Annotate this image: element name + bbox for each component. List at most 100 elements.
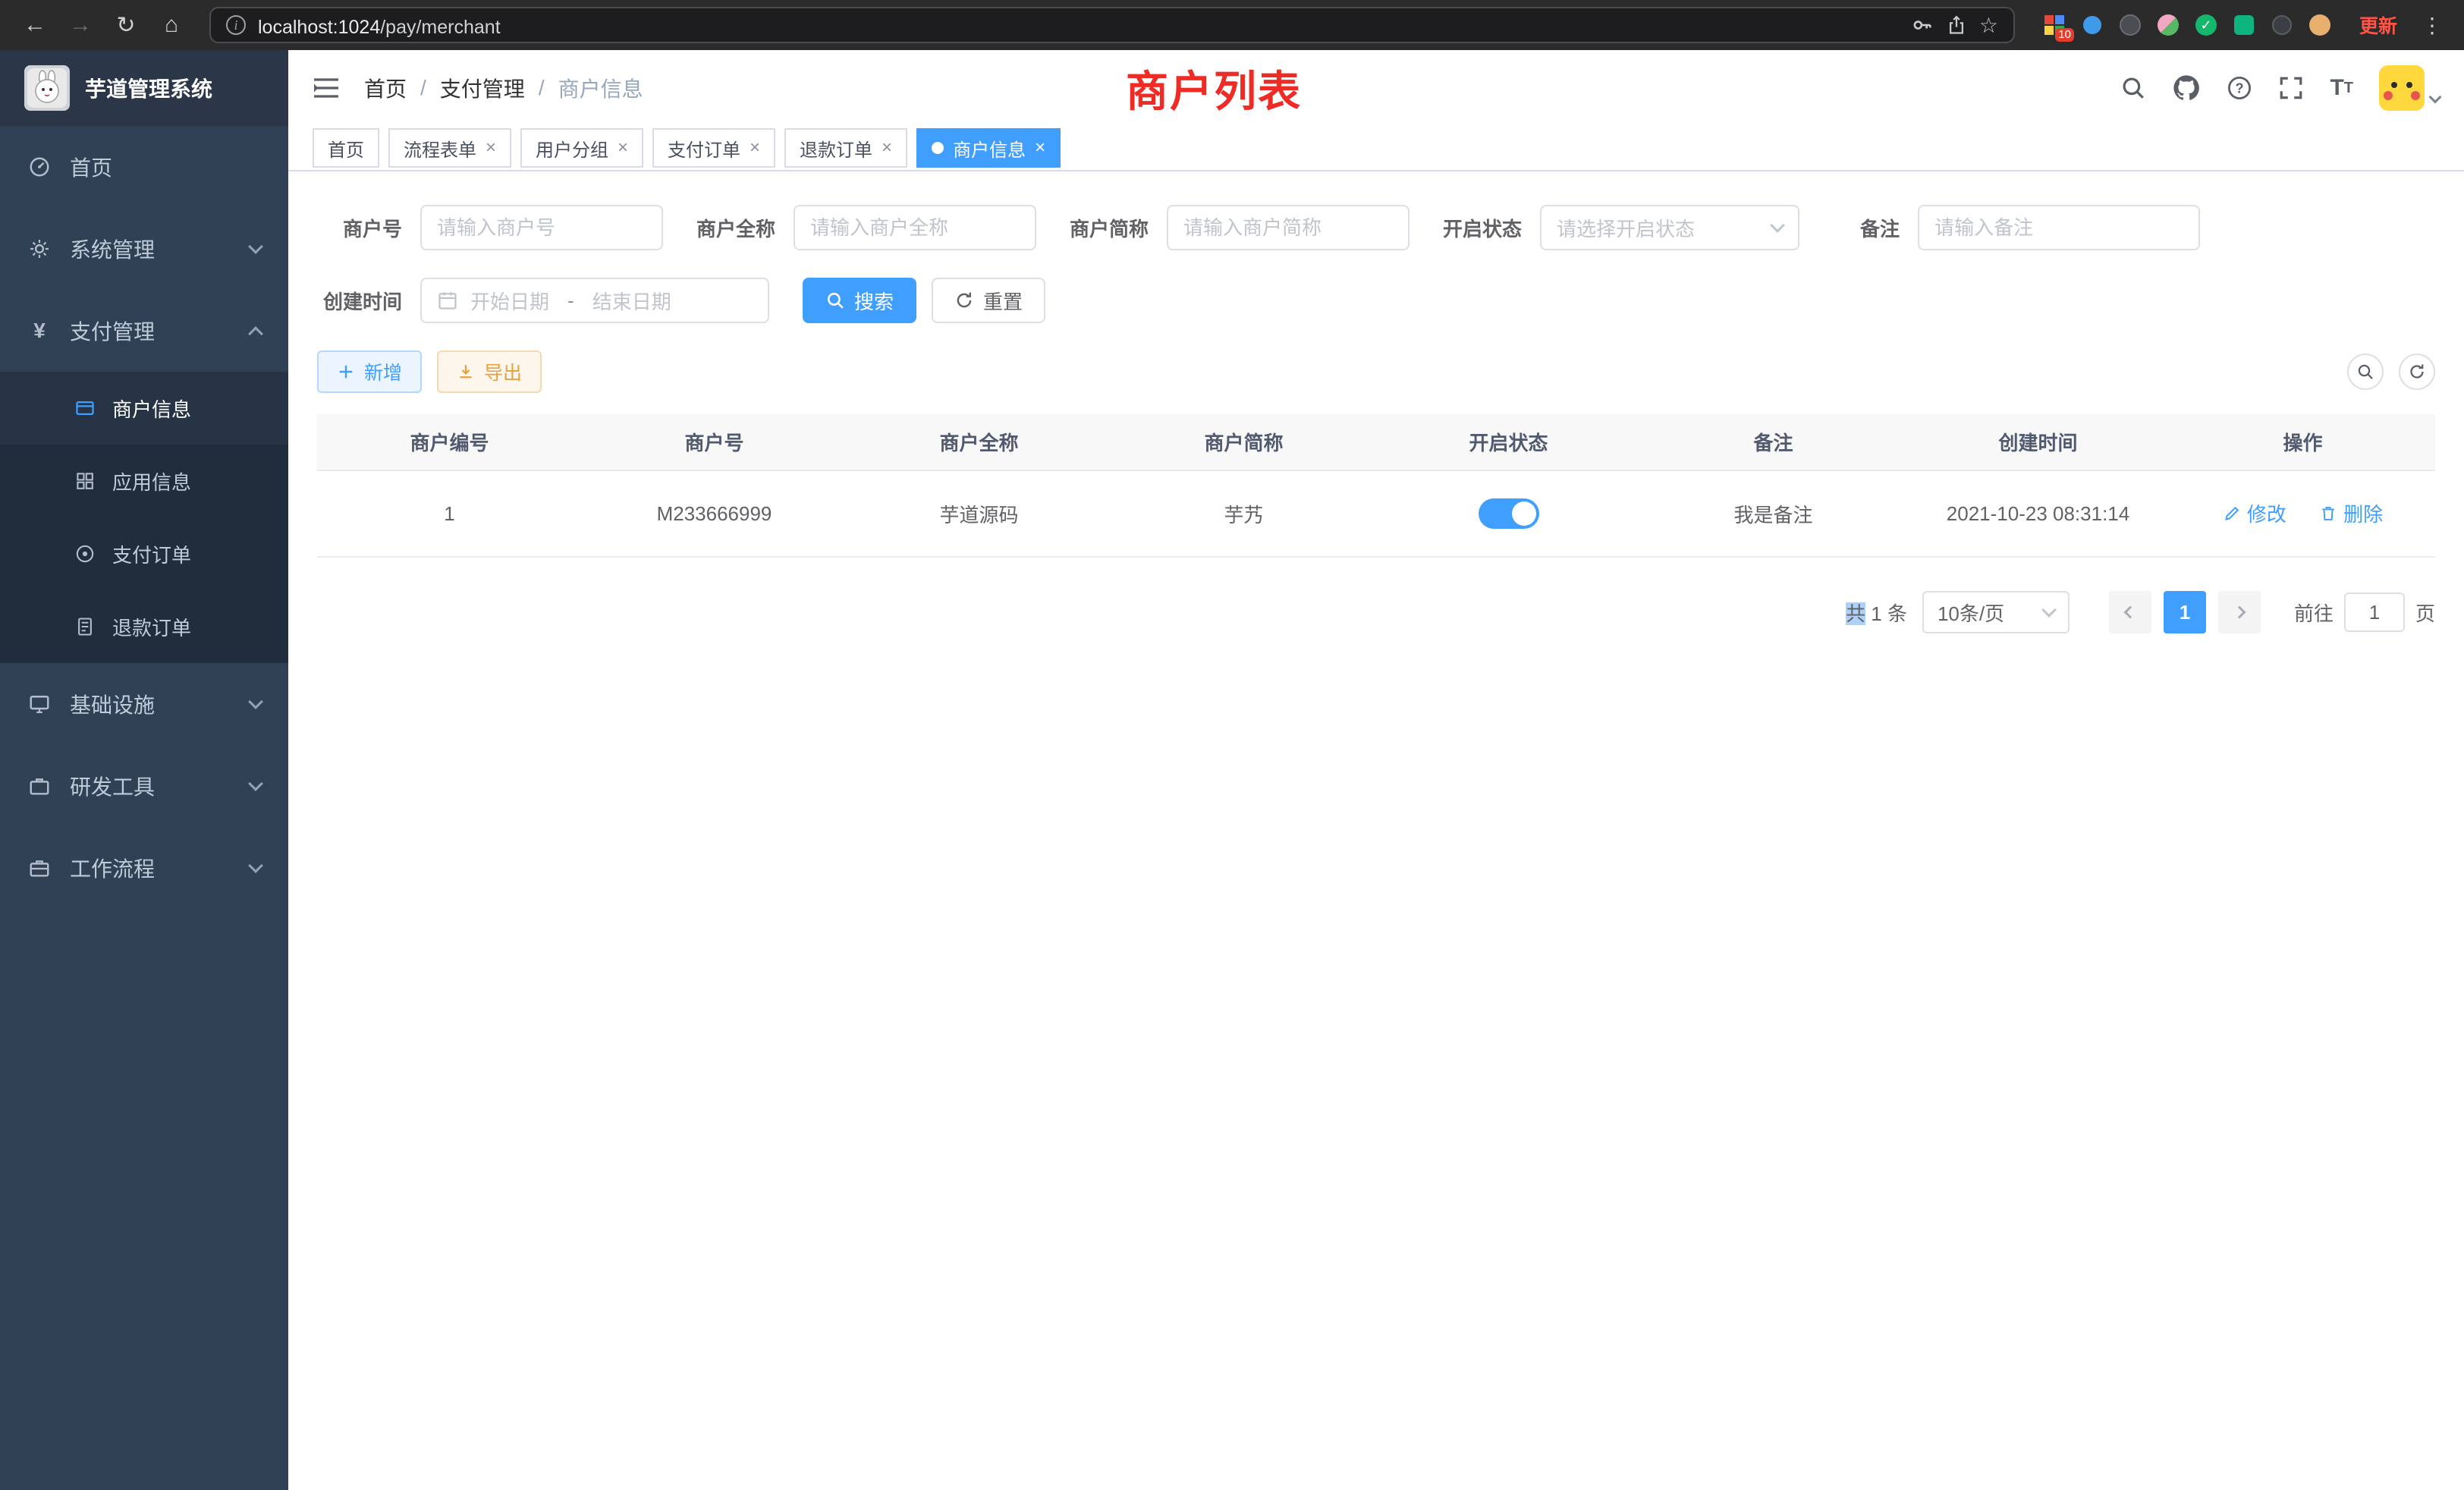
help-icon[interactable]: ?: [2227, 75, 2252, 101]
close-icon[interactable]: ×: [618, 139, 628, 157]
toggle-search-icon[interactable]: [2347, 354, 2384, 390]
browser-reload-button[interactable]: ↻: [106, 5, 146, 45]
search-button[interactable]: 搜索: [803, 278, 916, 323]
tab-pay-order[interactable]: 支付订单 ×: [652, 128, 775, 168]
sidebar-item-workflow[interactable]: 工作流程: [0, 827, 288, 909]
filter-remark: 备注: [1860, 205, 2200, 250]
share-icon[interactable]: [1946, 14, 1967, 36]
extension-colorgrid-icon[interactable]: 10: [2042, 13, 2066, 37]
sidebar-item-label: 应用信息: [112, 467, 191, 495]
browser-menu-icon[interactable]: ⋮: [2415, 13, 2449, 38]
dashboard-icon: [27, 156, 52, 178]
font-size-icon[interactable]: TT: [2330, 75, 2353, 101]
sidebar-item-home[interactable]: 首页: [0, 126, 288, 208]
tab-merchant-info[interactable]: 商户信息 ×: [916, 128, 1061, 168]
calendar-icon: [437, 290, 458, 311]
browser-back-button[interactable]: ←: [15, 5, 55, 45]
fullscreen-icon[interactable]: [2278, 75, 2304, 101]
page-size-select[interactable]: 10条/页: [1922, 591, 2070, 633]
user-menu[interactable]: [2379, 65, 2440, 111]
page-content: 商户号 商户全称 商户简称 开启状态 请选择开启状态: [288, 171, 2464, 1490]
app-logo-row[interactable]: 芋道管理系统: [0, 50, 288, 126]
app-logo: [24, 65, 70, 111]
breadcrumb-separator: /: [539, 76, 545, 100]
merchant-no-input[interactable]: [420, 205, 663, 250]
extension-pin-icon[interactable]: [2270, 13, 2294, 37]
sidebar-item-devtools[interactable]: 研发工具: [0, 745, 288, 827]
github-icon[interactable]: [2172, 74, 2201, 102]
reset-button[interactable]: 重置: [932, 278, 1045, 323]
export-button[interactable]: 导出: [437, 350, 542, 393]
edit-link-label: 修改: [2247, 499, 2286, 527]
address-bar[interactable]: i localhost:1024/pay/merchant ☆: [209, 7, 2015, 43]
browser-update-button[interactable]: 更新: [2347, 11, 2409, 39]
sidebar-item-label: 工作流程: [70, 853, 155, 883]
sidebar-item-system[interactable]: 系统管理: [0, 208, 288, 290]
page-info-icon[interactable]: i: [226, 15, 246, 35]
status-toggle[interactable]: [1479, 498, 1539, 529]
breadcrumb-home[interactable]: 首页: [364, 73, 407, 103]
page-1-button[interactable]: 1: [2164, 591, 2206, 633]
filter-merchant-short-name: 商户简称: [1070, 205, 1410, 250]
sidebar-item-merchant-info[interactable]: 商户信息: [0, 372, 288, 445]
search-button-label: 搜索: [854, 287, 894, 315]
browser-toolbar: ← → ↻ ⌂ i localhost:1024/pay/merchant ☆ …: [0, 0, 2464, 50]
status-select[interactable]: 请选择开启状态: [1540, 205, 1799, 250]
browser-forward-button[interactable]: →: [61, 5, 100, 45]
refresh-icon[interactable]: [2399, 354, 2435, 390]
password-key-icon[interactable]: [1911, 14, 1934, 36]
sidebar-item-label: 系统管理: [70, 234, 155, 264]
sidebar-item-label: 首页: [70, 152, 112, 182]
create-time-range-picker[interactable]: 开始日期 - 结束日期: [420, 278, 769, 323]
search-icon[interactable]: [2120, 75, 2146, 101]
tab-user-group[interactable]: 用户分组 ×: [520, 128, 643, 168]
tab-refund-order[interactable]: 退款订单 ×: [784, 128, 907, 168]
filter-create-time: 创建时间 开始日期 - 结束日期: [317, 278, 769, 323]
col-status: 开启状态: [1376, 414, 1641, 470]
pagination-total: 共 1 条: [1846, 599, 1907, 627]
sidebar-item-payment[interactable]: ¥ 支付管理: [0, 290, 288, 372]
browser-home-button[interactable]: ⌂: [152, 5, 191, 45]
browser-profile-avatar[interactable]: [2308, 13, 2332, 37]
extension-leaf-icon[interactable]: [2156, 13, 2180, 37]
edit-link[interactable]: 修改: [2223, 499, 2286, 527]
extension-green-square-icon[interactable]: [2232, 13, 2256, 37]
sidebar-item-infra[interactable]: 基础设施: [0, 663, 288, 745]
cell-status: [1376, 470, 1641, 557]
remark-input[interactable]: [1918, 205, 2200, 250]
close-icon[interactable]: ×: [882, 139, 892, 157]
total-prefix: 共: [1846, 602, 1865, 625]
sidebar-item-label: 支付订单: [112, 540, 191, 568]
extension-blue-icon[interactable]: [2080, 13, 2104, 37]
close-icon[interactable]: ×: [486, 139, 496, 157]
extension-dark-icon[interactable]: [2118, 13, 2142, 37]
extension-green-check-icon[interactable]: ✓: [2194, 13, 2218, 37]
close-icon[interactable]: ×: [1035, 139, 1045, 157]
prev-page-button[interactable]: [2109, 591, 2151, 633]
sidebar-item-refund-order[interactable]: 退款订单: [0, 590, 288, 663]
chevron-down-icon: [1770, 218, 1785, 233]
sidebar-item-app-info[interactable]: 应用信息: [0, 445, 288, 517]
chevron-down-icon: [248, 694, 263, 709]
chevron-right-icon: [2233, 606, 2246, 619]
merchant-short-name-input[interactable]: [1167, 205, 1410, 250]
close-icon[interactable]: ×: [750, 139, 760, 157]
filter-label: 创建时间: [317, 287, 420, 315]
bookmark-star-icon[interactable]: ☆: [1979, 13, 1998, 38]
goto-page-input[interactable]: [2344, 593, 2405, 632]
add-button[interactable]: 新增: [317, 350, 422, 393]
briefcase-icon: [27, 857, 52, 879]
breadcrumb-payment[interactable]: 支付管理: [440, 73, 525, 103]
col-create-time: 创建时间: [1906, 414, 2170, 470]
next-page-button[interactable]: [2218, 591, 2261, 633]
col-merchant-no: 商户号: [582, 414, 847, 470]
total-suffix: 条: [1887, 602, 1907, 625]
hamburger-icon[interactable]: [313, 76, 340, 100]
tab-process-form[interactable]: 流程表单 ×: [388, 128, 511, 168]
grid-icon: [73, 470, 97, 492]
merchant-name-input[interactable]: [794, 205, 1036, 250]
delete-link[interactable]: 删除: [2319, 499, 2383, 527]
sidebar-item-pay-order[interactable]: 支付订单: [0, 517, 288, 590]
tab-home[interactable]: 首页: [313, 128, 379, 168]
extension-badge: 10: [2055, 28, 2074, 42]
